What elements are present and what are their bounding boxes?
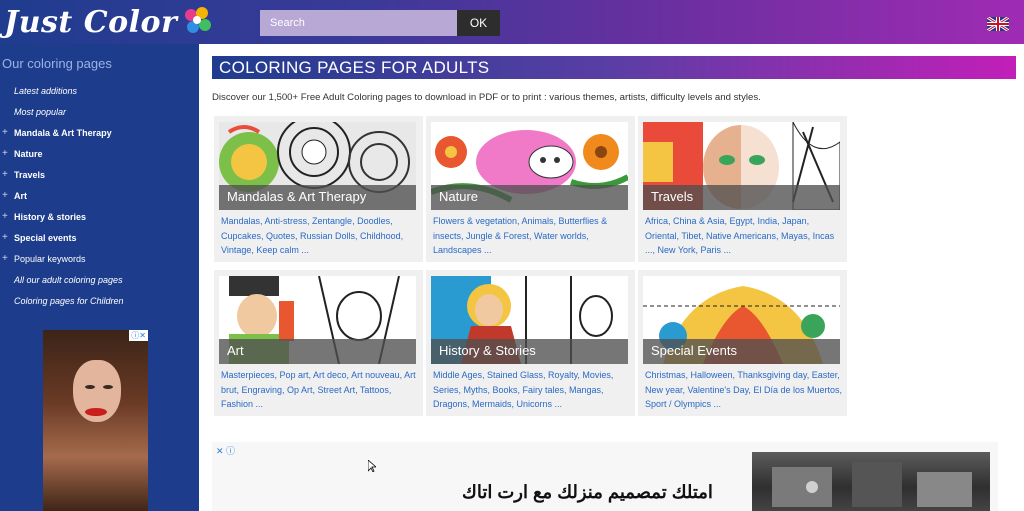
sidebar-item-special-events[interactable]: Special events [14,233,77,243]
card-image[interactable]: Special Events [643,276,840,364]
category-card-history[interactable]: History & Stories Middle Ages, Stained G… [426,270,635,416]
card-links[interactable]: Middle Ages, Stained Glass, Royalty, Mov… [433,368,633,412]
card-title[interactable]: History & Stories [431,339,628,364]
card-title[interactable]: Mandalas & Art Therapy [219,185,416,210]
card-links[interactable]: Mandalas, Anti-stress, Zentangle, Doodle… [221,214,421,258]
card-image[interactable]: History & Stories [431,276,628,364]
sidebar-ad-image[interactable]: ⓘ✕ [43,330,148,511]
search-button[interactable]: OK [457,10,500,36]
page-title-banner: COLORING PAGES FOR ADULTS [212,56,1016,79]
sidebar-item-history[interactable]: History & stories [14,212,86,222]
logo-text: Just Color [4,4,178,40]
plus-icon[interactable]: + [2,148,8,159]
plus-icon[interactable]: + [2,169,8,180]
sidebar-item-children[interactable]: Coloring pages for Children [14,296,124,306]
card-image[interactable]: Nature [431,122,628,210]
ad-lips [85,408,107,416]
page-title: COLORING PAGES FOR ADULTS [219,58,490,77]
sidebar-item-mandala[interactable]: Mandala & Art Therapy [14,128,112,138]
sidebar-item-most-popular[interactable]: Most popular [14,107,66,117]
category-card-mandalas[interactable]: Mandalas & Art Therapy Mandalas, Anti-st… [214,116,423,262]
search-input[interactable] [260,10,457,36]
ad-text[interactable]: امتلك تمصميم منزلك مع ارت اتاك [462,482,713,503]
card-links[interactable]: Africa, China & Asia, Egypt, India, Japa… [645,214,845,258]
card-title[interactable]: Special Events [643,339,840,364]
card-image[interactable]: Art [219,276,416,364]
plus-icon[interactable]: + [2,253,8,264]
flower-icon [181,7,213,37]
plus-icon[interactable]: + [2,190,8,201]
card-title[interactable]: Art [219,339,416,364]
site-logo[interactable]: Just Color [4,4,213,40]
sidebar: Our coloring pages Latest additions Most… [0,44,199,511]
sidebar-title: Our coloring pages [2,56,112,71]
card-title[interactable]: Travels [643,185,840,210]
sidebar-item-travels[interactable]: Travels [14,170,45,180]
card-image[interactable]: Travels [643,122,840,210]
sidebar-item-all-adult[interactable]: All our adult coloring pages [14,275,123,285]
ad-choices-icon[interactable]: ✕ ⓘ [216,444,235,457]
mouse-cursor-icon [368,460,376,472]
bottom-ad[interactable]: ✕ ⓘ امتلك تمصميم منزلك مع ارت اتاك [212,442,998,511]
card-links[interactable]: Christmas, Halloween, Thanksgiving day, … [645,368,845,412]
card-links[interactable]: Flowers & vegetation, Animals, Butterfli… [433,214,633,258]
ad-choices-icon[interactable]: ⓘ✕ [129,330,148,341]
ad-eye [103,385,113,389]
uk-flag-icon[interactable] [987,17,1009,31]
ad-eye [85,385,95,389]
sidebar-item-nature[interactable]: Nature [14,149,43,159]
category-card-art[interactable]: Art Masterpieces, Pop art, Art deco, Art… [214,270,423,416]
plus-icon[interactable]: + [2,211,8,222]
category-card-travels[interactable]: Travels Africa, China & Asia, Egypt, Ind… [638,116,847,262]
plus-icon[interactable]: + [2,232,8,243]
card-links[interactable]: Masterpieces, Pop art, Art deco, Art nou… [221,368,421,412]
card-title[interactable]: Nature [431,185,628,210]
plus-icon[interactable]: + [2,127,8,138]
intro-text: Discover our 1,500+ Free Adult Coloring … [212,92,761,103]
card-image[interactable]: Mandalas & Art Therapy [219,122,416,210]
sidebar-item-latest-additions[interactable]: Latest additions [14,86,77,96]
sidebar-item-art[interactable]: Art [14,191,27,201]
category-card-special-events[interactable]: Special Events Christmas, Halloween, Tha… [638,270,847,416]
ad-image[interactable] [752,452,990,511]
category-card-nature[interactable]: Nature Flowers & vegetation, Animals, Bu… [426,116,635,262]
sidebar-item-popular-keywords[interactable]: Popular keywords [14,254,86,264]
site-header: Just Color OK [0,0,1024,44]
